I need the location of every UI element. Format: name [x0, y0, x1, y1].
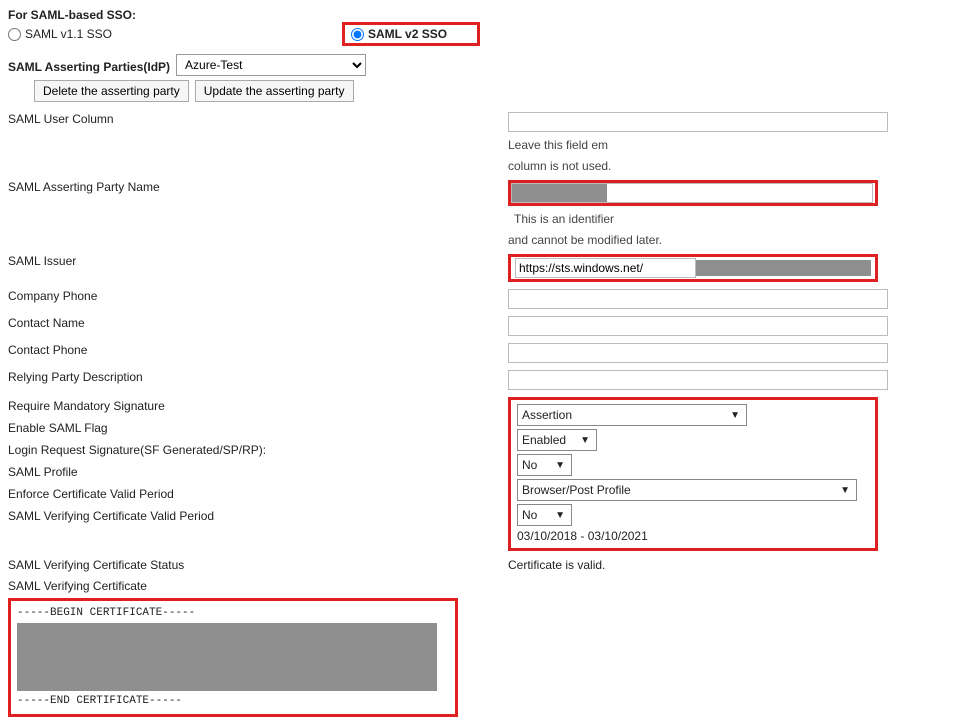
asserting-party-name-help-below: and cannot be modified later.	[508, 233, 662, 247]
saml-v1-radio[interactable]: SAML v1.1 SSO	[8, 22, 112, 46]
enforce-cert-period-label: Enforce Certificate Valid Period	[8, 485, 508, 507]
enable-saml-flag-select[interactable]: Enabled ▼	[517, 429, 597, 451]
asserting-party-name-label: SAML Asserting Party Name	[8, 178, 508, 196]
delete-asserting-party-button[interactable]: Delete the asserting party	[34, 80, 189, 102]
asserting-party-name-input[interactable]	[511, 183, 873, 203]
saml-v2-label: SAML v2 SSO	[368, 27, 447, 41]
saml-issuer-highlight	[508, 254, 878, 282]
cert-end-marker: -----END CERTIFICATE-----	[17, 695, 182, 707]
redacted-block	[17, 623, 437, 691]
chevron-down-icon: ▼	[840, 485, 850, 496]
asserting-party-select[interactable]: Azure-Test	[176, 54, 366, 76]
contact-name-input[interactable]	[508, 316, 888, 336]
update-asserting-party-button[interactable]: Update the asserting party	[195, 80, 354, 102]
saml-v1-label: SAML v1.1 SSO	[25, 27, 112, 41]
saml-user-column-help-below: column is not used.	[508, 159, 611, 173]
saml-user-column-help-right: Leave this field em	[508, 138, 608, 152]
enforce-cert-period-select[interactable]: No ▼	[517, 504, 572, 526]
contact-phone-label: Contact Phone	[8, 341, 508, 359]
saml-user-column-label: SAML User Column	[8, 110, 508, 128]
enforce-cert-period-value: No	[522, 508, 537, 522]
chevron-down-icon: ▼	[730, 410, 740, 421]
login-request-signature-label: Login Request Signature(SF Generated/SP/…	[8, 441, 508, 463]
verifying-cert-label: SAML Verifying Certificate	[8, 577, 508, 595]
saml-issuer-input[interactable]	[515, 258, 696, 278]
asserting-party-name-help-right: This is an identifier	[514, 212, 614, 226]
redacted-block	[696, 260, 871, 276]
cert-status-label: SAML Verifying Certificate Status	[8, 556, 508, 574]
enable-saml-flag-label: Enable SAML Flag	[8, 419, 508, 441]
contact-phone-input[interactable]	[508, 343, 888, 363]
cert-valid-period-label: SAML Verifying Certificate Valid Period	[8, 507, 508, 525]
cert-begin-marker: -----BEGIN CERTIFICATE-----	[17, 607, 195, 619]
asserting-parties-label: SAML Asserting Parties(IdP)	[8, 60, 170, 74]
verifying-cert-highlight: -----BEGIN CERTIFICATE----- -----END CER…	[8, 598, 458, 717]
company-phone-label: Company Phone	[8, 287, 508, 305]
section-title: For SAML-based SSO:	[8, 8, 960, 22]
relying-party-desc-label: Relying Party Description	[8, 368, 508, 386]
saml-profile-value: Browser/Post Profile	[522, 483, 631, 497]
cert-status-value: Certificate is valid.	[508, 558, 605, 572]
contact-name-label: Contact Name	[8, 314, 508, 332]
saml-v2-radio[interactable]: SAML v2 SSO	[351, 27, 447, 41]
login-request-signature-value: No	[522, 458, 537, 472]
require-signature-value: Assertion	[522, 408, 572, 422]
enable-saml-flag-value: Enabled	[522, 433, 566, 447]
require-signature-label: Require Mandatory Signature	[8, 397, 508, 419]
saml-profile-select[interactable]: Browser/Post Profile ▼	[517, 479, 857, 501]
redacted-block	[512, 184, 607, 202]
saml-user-column-input[interactable]	[508, 112, 888, 132]
saml-v1-radio-input[interactable]	[8, 28, 21, 41]
saml-issuer-label: SAML Issuer	[8, 252, 508, 270]
chevron-down-icon: ▼	[555, 460, 565, 471]
company-phone-input[interactable]	[508, 289, 888, 309]
cert-valid-period-value: 03/10/2018 - 03/10/2021	[517, 529, 648, 543]
saml-v2-highlight: SAML v2 SSO	[342, 22, 480, 46]
settings-highlight-block: Assertion ▼ Enabled ▼ No ▼ Browser/Post …	[508, 397, 878, 551]
saml-v2-radio-input[interactable]	[351, 28, 364, 41]
relying-party-desc-input[interactable]	[508, 370, 888, 390]
require-signature-select[interactable]: Assertion ▼	[517, 404, 747, 426]
chevron-down-icon: ▼	[580, 435, 590, 446]
login-request-signature-select[interactable]: No ▼	[517, 454, 572, 476]
asserting-party-name-highlight	[508, 180, 878, 206]
verifying-cert-textarea[interactable]: -----BEGIN CERTIFICATE----- -----END CER…	[17, 605, 449, 710]
chevron-down-icon: ▼	[555, 510, 565, 521]
saml-profile-label: SAML Profile	[8, 463, 508, 485]
